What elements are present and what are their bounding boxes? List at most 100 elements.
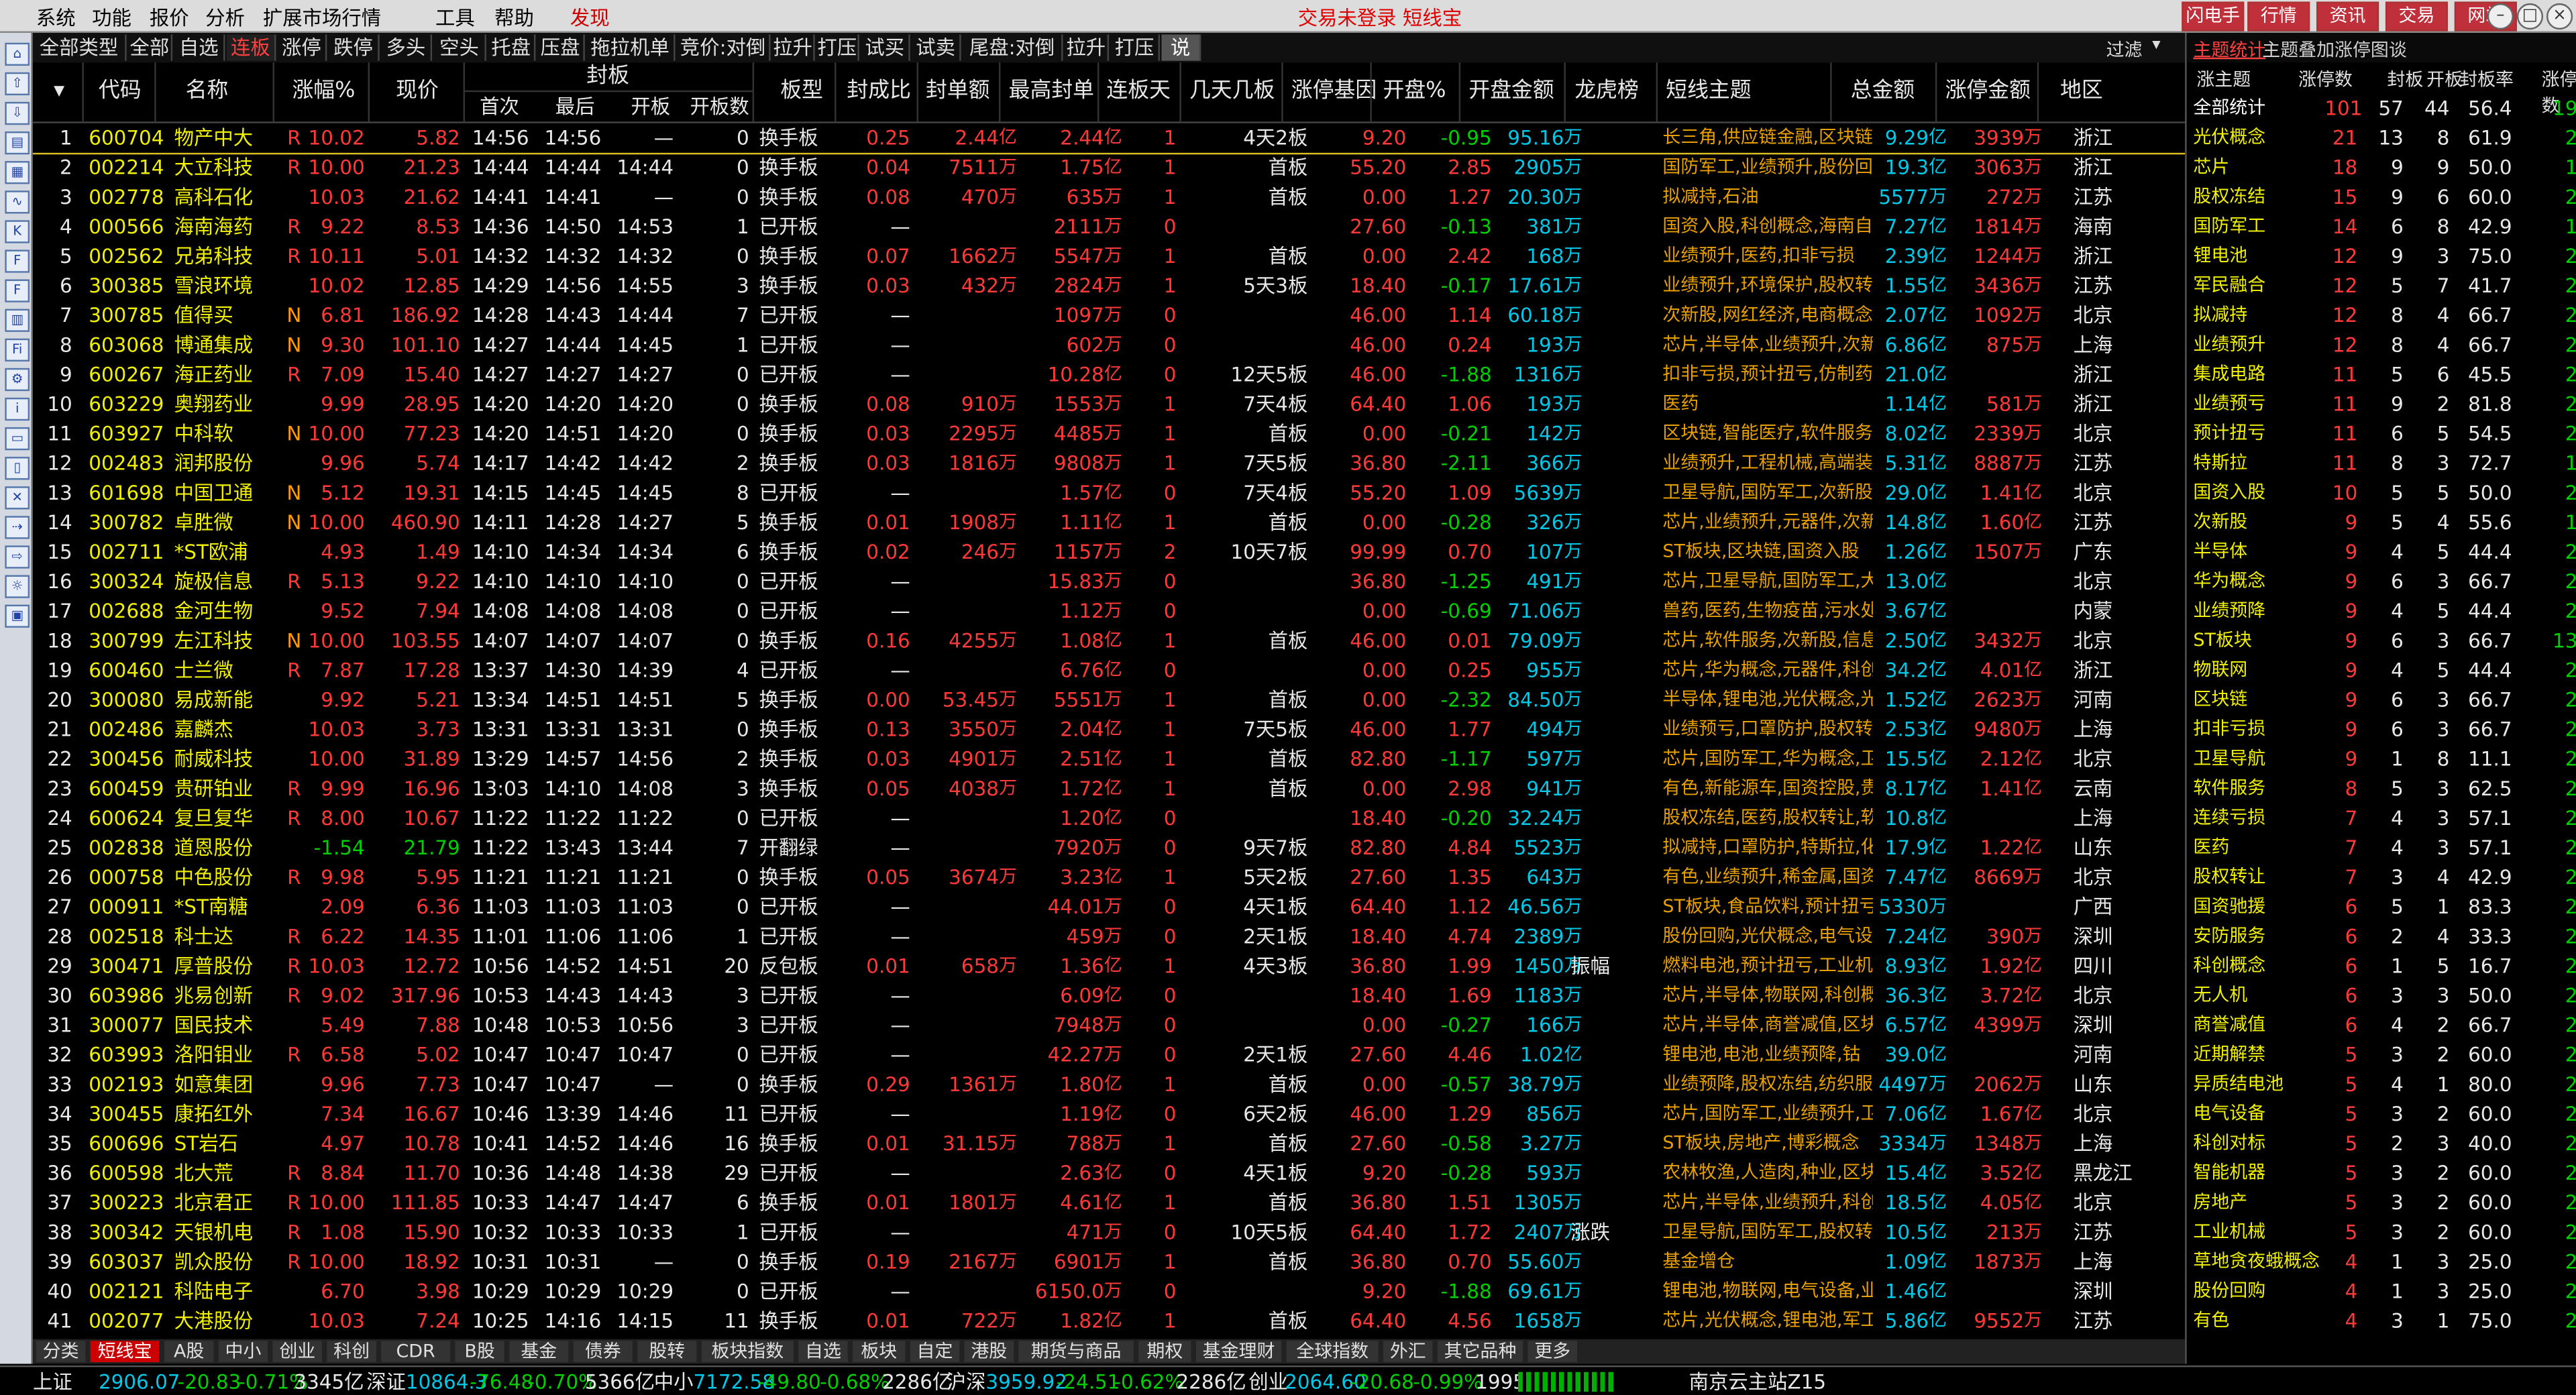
table-row[interactable]: 11 603927 中科软 N 10.00 77.23 14:20 14:51 14:20 0 换手… [33, 419, 2185, 449]
table-row[interactable]: 38 300342 天银机电 R 1.08 15.90 10:32 10:33 10:33 1 已开… [33, 1217, 2185, 1247]
theme-row[interactable]: 商誉减值64266.72 [2187, 1011, 2576, 1040]
table-row[interactable]: 16 300324 旋极信息 R 5.13 9.22 14:10 14:10 14:10 0 已开板… [33, 567, 2185, 596]
theme-row[interactable]: 军民融合125741.72 [2187, 271, 2576, 300]
table-row[interactable]: 23 600459 贵研铂业 R 9.99 16.96 13:03 14:10 14:08 3 换手… [33, 774, 2185, 803]
table-row[interactable]: 13 601698 中国卫通 N 5.12 19.31 14:15 14:45 14:45 8 已开… [33, 478, 2185, 508]
menu-item[interactable]: 报价 [150, 3, 189, 32]
bottom-tab-11[interactable]: 板块指数 [701, 1341, 794, 1363]
bottom-tab-4[interactable]: 创业 [272, 1341, 323, 1363]
theme-row[interactable]: 业绩预降94544.42 [2187, 596, 2576, 626]
bottom-tab-17[interactable]: 期权 [1138, 1341, 1191, 1363]
bottom-tab-7[interactable]: B股 [455, 1341, 504, 1363]
line-icon[interactable]: ∿ [5, 190, 30, 214]
theme-row[interactable]: 股权冻结159660.02 [2187, 182, 2576, 212]
col-open-amt[interactable]: 开盘金额 [1462, 77, 1561, 107]
top-button-3[interactable]: 交易 [2385, 1, 2449, 32]
tab-16[interactable]: 尾盘:对倒 [963, 34, 1063, 61]
theme-row[interactable]: 无人机63350.02 [2187, 981, 2576, 1011]
tab-19[interactable]: 说明 [1161, 34, 1201, 85]
theme-row[interactable]: 预计扭亏116554.52 [2187, 419, 2576, 449]
tab-3[interactable]: 连板 [226, 34, 276, 61]
tab-2[interactable]: 自选 [174, 34, 225, 61]
tab-1[interactable]: 全部 [128, 34, 173, 61]
table-row[interactable]: 8 603068 博通集成 N 9.30 101.10 14:27 14:44 14:45 1 已开… [33, 330, 2185, 359]
theme-row[interactable]: 近期解禁53260.02 [2187, 1040, 2576, 1070]
col-price[interactable]: 现价 [371, 77, 463, 107]
col-seal-amt[interactable]: 封单额 [920, 77, 996, 107]
maximize-icon[interactable]: □ [2516, 3, 2544, 30]
table-row[interactable]: 1 600704 物产中大 R 10.02 5.82 14:56 14:56—0 换手板 0.25… [32, 123, 2186, 155]
f-icon[interactable]: F [5, 279, 30, 302]
table-row[interactable]: 36 600598 北大荒 R 8.84 11.70 10:36 14:48 14:38 29 已开… [33, 1158, 2185, 1188]
doc-icon[interactable]: ▯ [5, 457, 30, 480]
info-icon[interactable]: i [5, 397, 30, 421]
filter-label[interactable]: 过滤 [2106, 36, 2143, 62]
theme-row[interactable]: 光伏概念2113861.92 [2187, 123, 2576, 153]
table-row[interactable]: 40 002121 科陆电子 6.70 3.98 10:29 10:29 10:29 0 已开板 —… [33, 1277, 2185, 1306]
col-theme[interactable]: 短线主题 [1659, 77, 1758, 107]
link-icon[interactable]: ⇢ [5, 516, 30, 539]
k-icon[interactable]: K [5, 220, 30, 243]
tab-13[interactable]: 打压 [816, 34, 859, 61]
bottom-tab-1[interactable]: 短线宝 [90, 1341, 160, 1363]
car-icon[interactable]: ▣ [5, 604, 30, 628]
chart-icon[interactable]: ▤ [5, 131, 30, 155]
table-row[interactable]: 39 603037 凯众股份 R 10.00 18.92 10:31 10:31—0 换手板 0.… [33, 1247, 2185, 1277]
bottom-tab-19[interactable]: 全球指数 [1286, 1341, 1379, 1363]
theme-row[interactable]: ST板块 9 6 3 66.7 13 [2187, 626, 2576, 655]
down-icon[interactable]: ⇩ [5, 101, 30, 125]
table-row[interactable]: 20 300080 易成新能 9.92 5.21 13:34 14:51 14:51 5 换手板 0… [33, 685, 2185, 715]
bottom-tab-22[interactable]: 更多 [1527, 1341, 1578, 1363]
theme-row[interactable]: 扣非亏损96366.72 [2187, 715, 2576, 744]
table-row[interactable]: 15 002711 *ST欧浦 4.93 1.49 14:10 14:34 14:34 6 换手板… [33, 537, 2185, 567]
col-seal-ratio[interactable]: 封成比 [838, 77, 920, 107]
sun-icon[interactable]: ☼ [5, 575, 30, 598]
bottom-tab-2[interactable]: A股 [164, 1341, 214, 1363]
tab-7[interactable]: 空头 [434, 34, 486, 61]
bottom-tab-16[interactable]: 期货与商品 [1018, 1341, 1134, 1363]
bottom-tab-12[interactable]: 自选 [798, 1341, 848, 1363]
tab-10[interactable]: 拖拉机单 [586, 34, 676, 61]
bottom-tab-10[interactable]: 股转 [637, 1341, 697, 1363]
theme-row[interactable]: 科创对标52340.02 [2187, 1129, 2576, 1158]
col-name[interactable]: 名称 [158, 77, 256, 107]
col-open-pct[interactable]: 开盘% [1373, 77, 1455, 107]
table-row[interactable]: 41 002077 大港股份 10.03 7.24 10:25 14:16 14:15 11 换手… [33, 1306, 2185, 1336]
tab-14[interactable]: 试买 [861, 34, 910, 61]
col-region[interactable]: 地区 [2041, 77, 2123, 107]
bottom-tab-0[interactable]: 分类 [36, 1341, 86, 1363]
right-col-3[interactable]: 开板 [2426, 66, 2463, 92]
close-icon[interactable]: × [2546, 3, 2573, 30]
menu-item[interactable]: 系统 [36, 3, 76, 32]
arrow-icon[interactable]: ⇨ [5, 545, 30, 569]
table-row[interactable]: 31 300077 国民技术 5.49 7.88 10:48 10:53 10:56 3 已开板 —… [33, 1011, 2185, 1040]
theme-row[interactable]: 科创概念61516.72 [2187, 952, 2576, 981]
theme-row[interactable]: 有色43175.02 [2187, 1306, 2576, 1336]
col-gene[interactable]: 涨停基因 [1285, 77, 1383, 107]
tab-9[interactable]: 压盘 [537, 34, 585, 61]
minimize-icon[interactable]: – [2487, 3, 2514, 30]
theme-row[interactable]: 股权转让73442.92 [2187, 862, 2576, 892]
bottom-tab-21[interactable]: 其它品种 [1437, 1341, 1523, 1363]
right-col-2[interactable]: 封板 [2387, 66, 2423, 92]
sort-arrow[interactable]: ▾ [36, 77, 83, 107]
theme-row[interactable]: 医药74357.12 [2187, 833, 2576, 862]
col-jtjb[interactable]: 几天几板 [1183, 77, 1281, 107]
right-col-1[interactable]: 涨停数 [2298, 66, 2353, 92]
top-button-2[interactable]: 资讯 [2316, 1, 2379, 32]
right-tab-0[interactable]: 主题统计 [2193, 36, 2265, 62]
table-row[interactable]: 5 002562 兄弟科技 R 10.11 5.01 14:32 14:32 14:32 0 换手板… [33, 241, 2185, 271]
bottom-tab-8[interactable]: 基金 [509, 1341, 569, 1363]
col-total[interactable]: 总金额 [1833, 77, 1932, 107]
theme-row[interactable]: 电气设备53260.02 [2187, 1099, 2576, 1129]
top-button-1[interactable]: 行情 [2247, 1, 2310, 32]
table-row[interactable]: 6 300385 雪浪环境 10.02 12.85 14:29 14:56 14:55 3 换手板… [33, 271, 2185, 300]
bottom-tab-20[interactable]: 外汇 [1383, 1341, 1433, 1363]
table-row[interactable]: 24 600624 复旦复华 R 8.00 10.67 11:22 11:22 11:22 0 已开… [33, 803, 2185, 833]
theme-row[interactable]: 集成电路115645.52 [2187, 360, 2576, 390]
tab-4[interactable]: 涨停 [278, 34, 327, 61]
col-days[interactable]: 连板天 [1101, 77, 1177, 107]
col-zt-amt[interactable]: 涨停金额 [1939, 77, 2037, 107]
table-row[interactable]: 34 300455 康拓红外 7.34 16.67 10:46 13:39 14:46 11 已开… [33, 1099, 2185, 1129]
theme-row[interactable]: 异质结电池54180.02 [2187, 1070, 2576, 1099]
